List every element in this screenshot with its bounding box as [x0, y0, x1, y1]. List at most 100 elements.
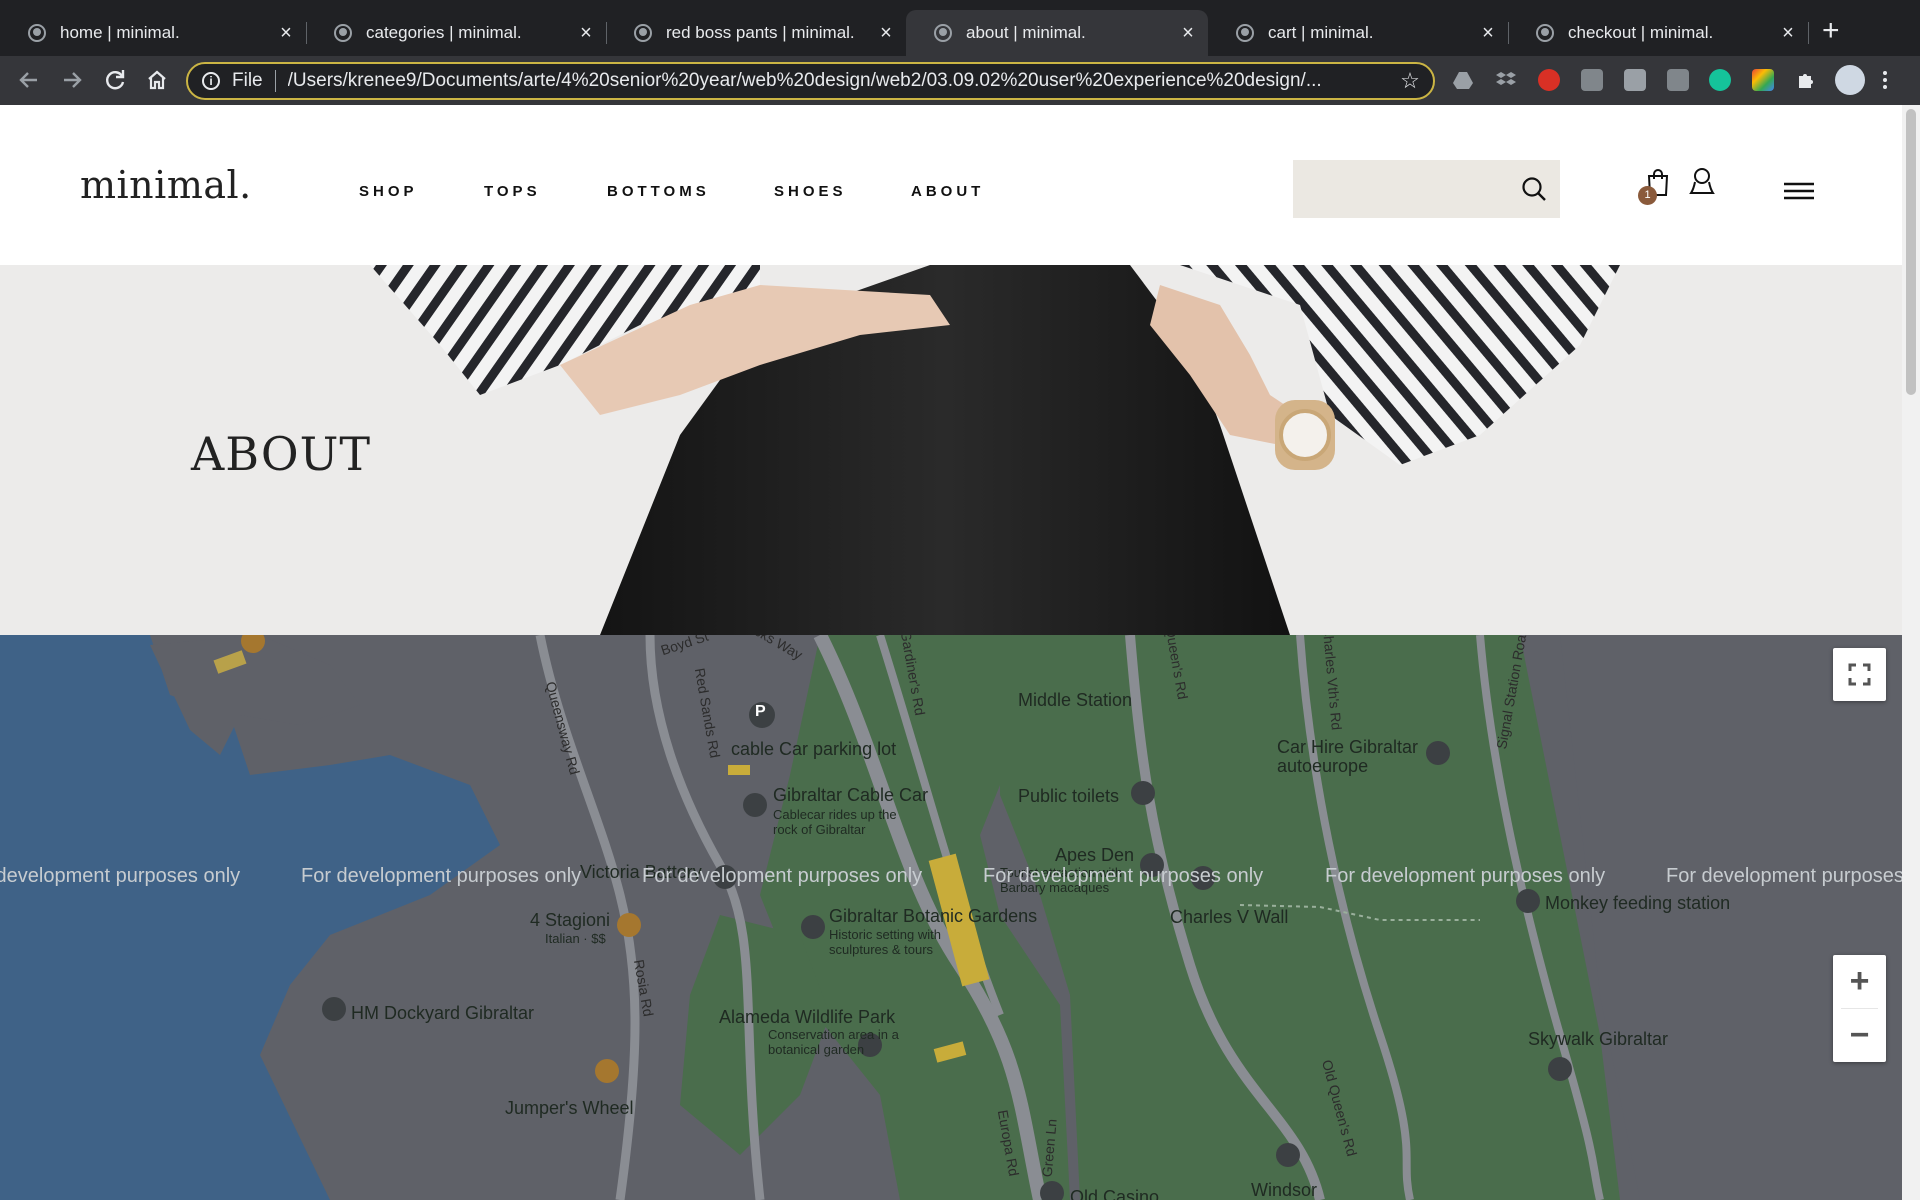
- reload-button[interactable]: [99, 64, 131, 96]
- map-place-label[interactable]: Gibraltar Botanic Gardens: [829, 906, 1037, 927]
- close-tab-icon[interactable]: ×: [1478, 22, 1498, 45]
- tab-title: checkout | minimal.: [1568, 23, 1714, 42]
- close-tab-icon[interactable]: ×: [276, 22, 296, 45]
- zoom-controls: + −: [1833, 955, 1886, 1062]
- nav-about[interactable]: ABOUT: [911, 183, 984, 200]
- map-place-label[interactable]: HM Dockyard Gibraltar: [351, 1003, 534, 1024]
- tab-title: about | minimal.: [966, 23, 1086, 42]
- site-logo[interactable]: minimal.: [80, 163, 252, 207]
- tab-red-boss-pants[interactable]: red boss pants | minimal. ×: [606, 10, 906, 56]
- map-watermark: For development purposes only: [642, 865, 923, 887]
- tab-checkout[interactable]: checkout | minimal. ×: [1508, 10, 1809, 56]
- nav-bottoms[interactable]: BOTTOMS: [607, 183, 710, 200]
- map-place-label[interactable]: cable Car parking lot: [731, 739, 896, 760]
- fullscreen-button[interactable]: [1833, 648, 1886, 701]
- google-map[interactable]: Boyd St Ellicks Way Gardiner's Rd Queen'…: [0, 635, 1902, 1200]
- forward-button[interactable]: [56, 64, 88, 96]
- map-place-desc: Cablecar rides up the rock of Gibraltar: [773, 807, 897, 837]
- search-icon[interactable]: [1520, 175, 1548, 203]
- home-button[interactable]: [141, 64, 173, 96]
- address-scheme: File: [232, 70, 263, 91]
- map-place-label[interactable]: Apes Den: [1055, 845, 1134, 866]
- globe-icon: [934, 24, 952, 42]
- nav-shoes[interactable]: SHOES: [774, 183, 847, 200]
- map-place-desc: Conservation area in a botanical garden: [768, 1027, 899, 1057]
- map-place-label[interactable]: Gibraltar Cable Car: [773, 785, 928, 806]
- d-extension-icon[interactable]: [1624, 69, 1646, 91]
- cart-count-badge: 1: [1638, 186, 1657, 205]
- map-place-label[interactable]: Charles V Wall: [1170, 907, 1288, 928]
- address-bar[interactable]: i File /Users/krenee9/Documents/arte/4%2…: [186, 62, 1435, 100]
- tab-divider: [1808, 22, 1809, 44]
- tab-cart[interactable]: cart | minimal. ×: [1208, 10, 1509, 56]
- globe-icon: [634, 24, 652, 42]
- browser-tab-strip: home | minimal. × categories | minimal. …: [0, 0, 1920, 56]
- dropbox-icon[interactable]: [1495, 69, 1517, 91]
- profile-avatar-icon[interactable]: [1835, 65, 1865, 95]
- tab-title: home | minimal.: [60, 23, 180, 42]
- tab-about[interactable]: about | minimal. ×: [906, 10, 1208, 56]
- address-url[interactable]: /Users/krenee9/Documents/arte/4%20senior…: [288, 70, 1395, 92]
- map-place-label[interactable]: Windsor: [1251, 1180, 1317, 1200]
- globe-icon: [28, 24, 46, 42]
- close-tab-icon[interactable]: ×: [576, 22, 596, 45]
- map-parking-marker[interactable]: P: [755, 703, 766, 721]
- scrollbar-thumb[interactable]: [1906, 109, 1916, 395]
- map-place-label[interactable]: Skywalk Gibraltar: [1528, 1029, 1668, 1050]
- globe-icon: [1236, 24, 1254, 42]
- map-place-label[interactable]: Public toilets: [1018, 786, 1119, 807]
- close-tab-icon[interactable]: ×: [1178, 22, 1198, 45]
- tab-home[interactable]: home | minimal. ×: [0, 10, 307, 56]
- map-place-label[interactable]: Middle Station: [1018, 690, 1132, 711]
- bookmark-star-icon[interactable]: ☆: [1395, 68, 1425, 94]
- home-icon: [148, 70, 166, 90]
- hero-banner: ABOUT: [0, 265, 1902, 635]
- fullscreen-icon: [1848, 663, 1871, 686]
- reload-icon: [106, 70, 125, 90]
- page-title: ABOUT: [191, 427, 372, 481]
- hamburger-menu-icon[interactable]: [1784, 181, 1814, 201]
- map-place-label[interactable]: Monkey feeding station: [1545, 893, 1730, 914]
- zoom-in-button[interactable]: +: [1833, 955, 1886, 1008]
- browser-toolbar: i File /Users/krenee9/Documents/arte/4%2…: [0, 56, 1920, 105]
- kebab-menu-icon[interactable]: [1880, 69, 1890, 91]
- map-watermark: For development purposes only: [0, 865, 241, 887]
- arrow-right-icon: [64, 72, 82, 88]
- arrow-left-icon: [19, 72, 37, 88]
- globe-icon: [334, 24, 352, 42]
- map-place-desc: Italian · $$: [545, 931, 606, 946]
- map-watermark: For development purposes only: [1325, 865, 1606, 887]
- tab-categories[interactable]: categories | minimal. ×: [306, 10, 607, 56]
- back-button[interactable]: [13, 64, 45, 96]
- nav-tops[interactable]: TOPS: [484, 183, 541, 200]
- site-header: minimal. SHOP TOPS BOTTOMS SHOES ABOUT 1: [0, 105, 1902, 265]
- close-tab-icon[interactable]: ×: [876, 22, 896, 45]
- address-divider: [274, 70, 276, 92]
- close-tab-icon[interactable]: ×: [1778, 22, 1798, 45]
- k-extension-icon[interactable]: [1667, 69, 1689, 91]
- color-picker-icon[interactable]: [1752, 69, 1774, 91]
- zoom-out-button[interactable]: −: [1833, 1009, 1886, 1062]
- tab-title: categories | minimal.: [366, 23, 522, 42]
- globe-icon: [1536, 24, 1554, 42]
- map-place-label[interactable]: Car Hire Gibraltar autoeurope: [1277, 738, 1427, 776]
- user-icon[interactable]: [1688, 166, 1716, 198]
- puzzle-extensions-icon[interactable]: [1795, 69, 1817, 91]
- map-place-label[interactable]: Alameda Wildlife Park: [719, 1007, 895, 1028]
- new-tab-button[interactable]: +: [1822, 16, 1840, 46]
- google-drive-icon[interactable]: [1452, 69, 1474, 91]
- search-input[interactable]: [1293, 160, 1513, 218]
- grammarly-icon[interactable]: [1709, 69, 1731, 91]
- hand-extension-icon[interactable]: [1538, 69, 1560, 91]
- tab-title: cart | minimal.: [1268, 23, 1374, 42]
- map-place-label[interactable]: Jumper's Wheel: [505, 1098, 633, 1119]
- map-place-label[interactable]: 4 Stagioni: [530, 910, 610, 931]
- info-icon[interactable]: i: [202, 72, 220, 90]
- map-watermark: For development purposes only: [983, 865, 1264, 887]
- map-place-label[interactable]: Old Casino: [1070, 1187, 1159, 1200]
- ib-extension-icon[interactable]: [1581, 69, 1603, 91]
- nav-shop[interactable]: SHOP: [359, 183, 418, 200]
- search-box: [1293, 160, 1560, 218]
- page-scrollbar[interactable]: [1902, 105, 1920, 1200]
- map-watermark: For development purposes only: [1666, 865, 1902, 887]
